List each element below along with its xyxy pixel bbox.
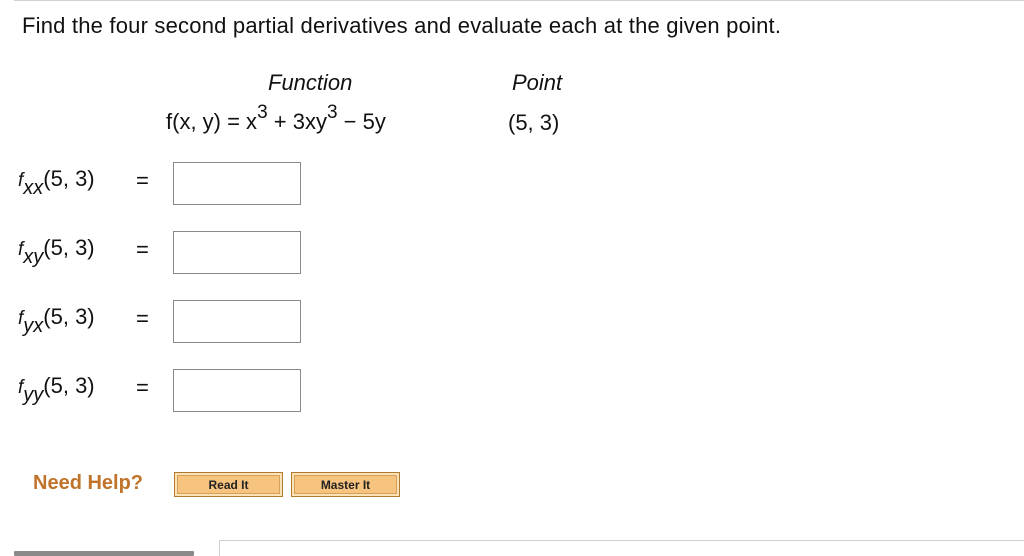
answer-row-fxx: fxx(5, 3) = [18, 162, 318, 208]
derivative-subscript: xy [23, 246, 44, 268]
derivative-subscript: xx [23, 177, 44, 199]
answer-row-fyy: fyy(5, 3) = [18, 369, 318, 415]
equals-sign: = [136, 237, 149, 262]
instruction-text: Find the four second partial derivatives… [22, 13, 782, 38]
answer-label: fxx(5, 3) [18, 166, 95, 199]
function-expression: f(x, y) = x3 + 3xy3 − 5y [166, 103, 386, 135]
point-header: Point [512, 70, 563, 95]
function-exponent-2: 3 [326, 101, 338, 123]
derivative-arguments: (5, 3) [43, 235, 95, 260]
bottom-scroll-bar [14, 551, 194, 556]
need-help-label: Need Help? [33, 472, 144, 494]
fyy-answer-input[interactable] [173, 369, 301, 412]
function-exponent-1: 3 [257, 101, 268, 123]
equals-sign: = [136, 375, 149, 400]
derivative-subscript: yy [23, 384, 44, 406]
answer-label: fyx(5, 3) [18, 304, 95, 337]
top-divider [14, 0, 1024, 1]
question-panel: Find the four second partial derivatives… [0, 0, 1024, 556]
derivative-arguments: (5, 3) [43, 304, 95, 329]
read-it-button[interactable]: Read It [174, 472, 283, 497]
answer-row-fxy: fxy(5, 3) = [18, 231, 318, 277]
bottom-panel-edge [219, 540, 1024, 556]
function-suffix: − 5y [337, 109, 386, 134]
derivative-arguments: (5, 3) [43, 373, 95, 398]
derivative-subscript: yx [23, 315, 44, 337]
answer-label: fxy(5, 3) [18, 235, 95, 268]
answer-label: fyy(5, 3) [18, 373, 95, 406]
fxx-answer-input[interactable] [173, 162, 301, 205]
equals-sign: = [136, 306, 149, 331]
function-header: Function [268, 70, 353, 95]
master-it-button[interactable]: Master It [291, 472, 400, 497]
point-value: (5, 3) [508, 110, 560, 135]
fxy-answer-input[interactable] [173, 231, 301, 274]
function-prefix: f(x, y) = x [166, 109, 258, 134]
answer-row-fyx: fyx(5, 3) = [18, 300, 318, 346]
fyx-answer-input[interactable] [173, 300, 301, 343]
derivative-arguments: (5, 3) [43, 166, 95, 191]
equals-sign: = [136, 168, 149, 193]
function-middle: + 3xy [267, 109, 327, 134]
